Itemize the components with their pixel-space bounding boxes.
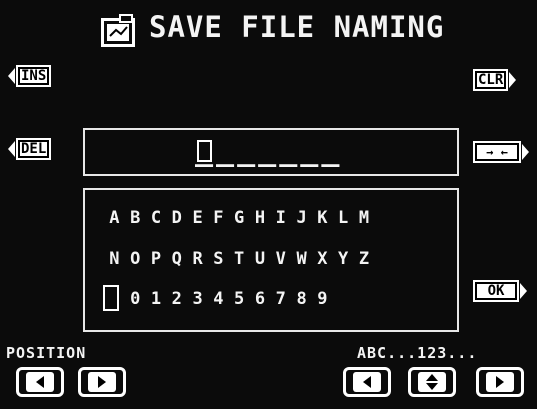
character-cursor bbox=[103, 285, 119, 311]
right-arrow-icon bbox=[496, 376, 504, 388]
char-key[interactable]: F bbox=[208, 208, 229, 228]
ins-button-label: INS bbox=[16, 65, 52, 87]
char-key[interactable]: I bbox=[270, 208, 291, 228]
char-key[interactable]: T bbox=[229, 249, 250, 269]
char-key[interactable]: X bbox=[312, 249, 333, 269]
char-key[interactable]: R bbox=[187, 249, 208, 269]
char-key[interactable]: 2 bbox=[166, 289, 187, 309]
char-key[interactable]: D bbox=[166, 208, 187, 228]
char-row: ABCDEFGHIJKLM bbox=[104, 208, 374, 228]
clr-button-label: CLR bbox=[473, 69, 509, 91]
char-key[interactable]: J bbox=[291, 208, 312, 228]
char-key[interactable]: K bbox=[312, 208, 333, 228]
del-button-label: DEL bbox=[16, 138, 52, 160]
clr-button[interactable]: CLR bbox=[473, 68, 517, 92]
save-disk-icon bbox=[99, 14, 139, 50]
file-name-value: _______ bbox=[195, 133, 343, 168]
char-key[interactable]: 5 bbox=[229, 289, 250, 309]
char-key[interactable]: Z bbox=[354, 249, 375, 269]
position-left-button[interactable] bbox=[16, 367, 64, 397]
char-key[interactable]: N bbox=[104, 249, 125, 269]
char-key[interactable]: 6 bbox=[250, 289, 271, 309]
char-key[interactable]: 9 bbox=[312, 289, 333, 309]
char-key[interactable]: G bbox=[229, 208, 250, 228]
char-key[interactable]: Q bbox=[166, 249, 187, 269]
ok-button[interactable]: OK bbox=[473, 279, 527, 303]
char-key[interactable]: H bbox=[250, 208, 271, 228]
ok-button-label: OK bbox=[473, 280, 519, 302]
char-key[interactable]: S bbox=[208, 249, 229, 269]
position-right-button[interactable] bbox=[78, 367, 126, 397]
char-key[interactable]: V bbox=[270, 249, 291, 269]
char-key[interactable]: L bbox=[333, 208, 354, 228]
char-key[interactable]: A bbox=[104, 208, 125, 228]
page-title: SAVE FILE NAMING bbox=[149, 10, 445, 44]
charset-right-button[interactable] bbox=[476, 367, 524, 397]
char-key[interactable]: 1 bbox=[146, 289, 167, 309]
name-cursor bbox=[197, 140, 212, 162]
left-arrow-icon bbox=[36, 376, 44, 388]
char-key[interactable]: P bbox=[146, 249, 167, 269]
right-arrow-icon bbox=[509, 72, 517, 88]
char-key[interactable]: E bbox=[187, 208, 208, 228]
char-row: 0123456789 bbox=[104, 289, 333, 309]
char-key[interactable]: Y bbox=[333, 249, 354, 269]
right-arrow-icon bbox=[520, 283, 527, 299]
left-arrow-icon bbox=[8, 141, 15, 157]
char-key[interactable]: 0 bbox=[125, 289, 146, 309]
char-row: NOPQRSTUVWXYZ bbox=[104, 249, 374, 269]
charset-left-button[interactable] bbox=[343, 367, 391, 397]
save-file-naming-screen: SAVE FILE NAMING INS DEL CLR → ← OK ____… bbox=[0, 0, 537, 409]
up-down-arrow-icon bbox=[418, 372, 446, 392]
space-button[interactable]: → ← bbox=[473, 140, 529, 164]
left-arrow-icon bbox=[8, 68, 15, 84]
space-button-label: → ← bbox=[473, 141, 521, 163]
right-arrow-icon bbox=[98, 376, 106, 388]
left-arrow-icon bbox=[363, 376, 371, 388]
ins-button[interactable]: INS bbox=[8, 64, 52, 88]
charset-toggle-button[interactable] bbox=[408, 367, 456, 397]
char-key[interactable]: B bbox=[125, 208, 146, 228]
char-key[interactable]: 8 bbox=[291, 289, 312, 309]
char-key[interactable]: W bbox=[291, 249, 312, 269]
char-key[interactable]: 7 bbox=[270, 289, 291, 309]
char-key[interactable]: 4 bbox=[208, 289, 229, 309]
charset-label: ABC...123... bbox=[357, 344, 478, 362]
right-arrow-icon bbox=[522, 144, 529, 160]
char-key[interactable]: U bbox=[250, 249, 271, 269]
char-key[interactable]: O bbox=[125, 249, 146, 269]
char-key[interactable]: C bbox=[146, 208, 167, 228]
char-key[interactable]: M bbox=[354, 208, 375, 228]
position-label: POSITION bbox=[6, 344, 87, 362]
del-button[interactable]: DEL bbox=[8, 137, 52, 161]
char-key[interactable]: 3 bbox=[187, 289, 208, 309]
